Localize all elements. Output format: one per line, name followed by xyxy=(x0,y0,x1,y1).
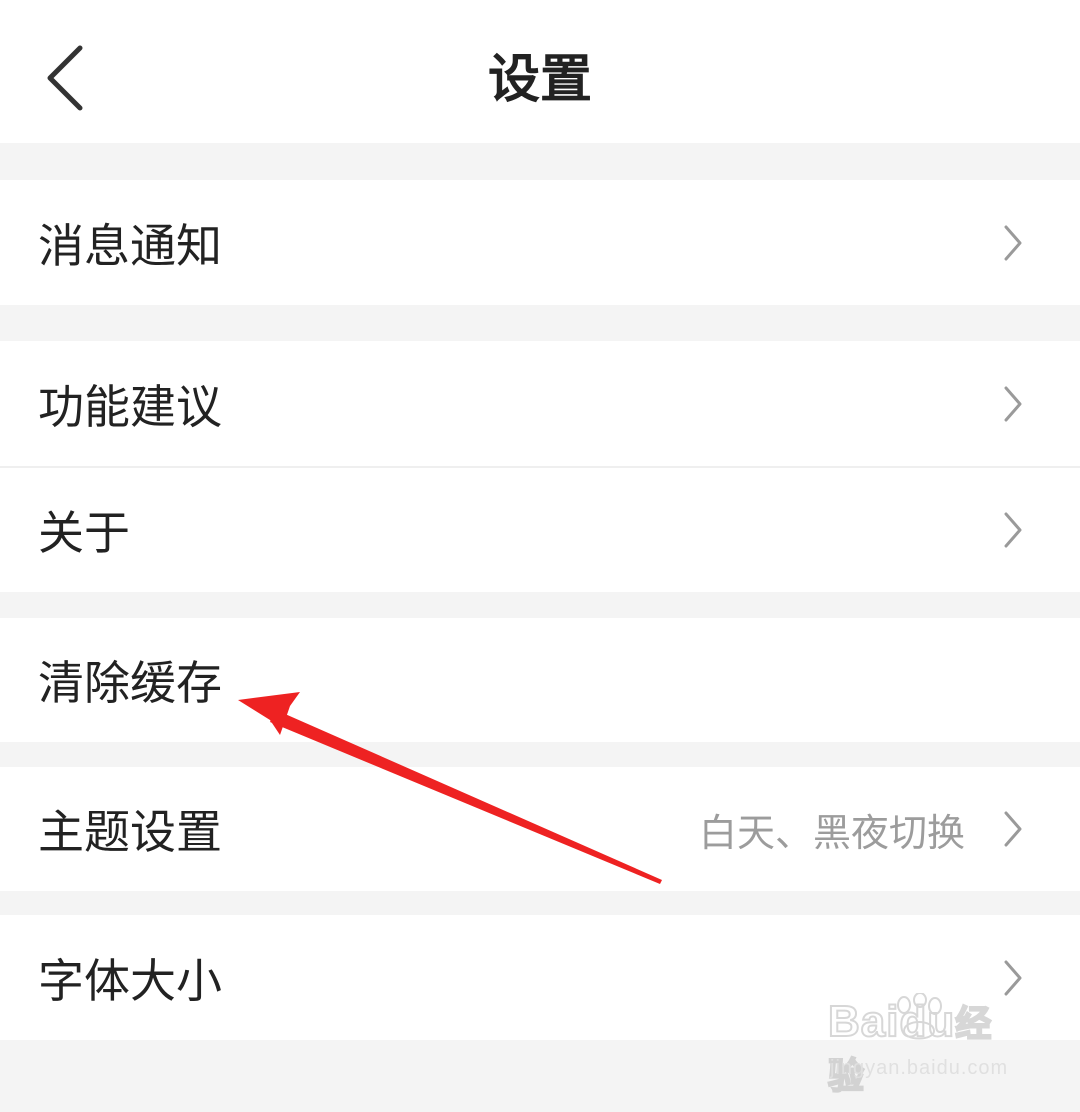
page-title: 设置 xyxy=(487,50,592,110)
top-bar: 设置 xyxy=(0,0,1080,143)
settings-item-theme[interactable]: 主题设置 白天、黑夜切换 xyxy=(0,767,1080,891)
settings-item-label: 字体大小 xyxy=(38,953,222,1008)
chevron-right-icon xyxy=(1004,811,1022,847)
chevron-right-icon xyxy=(1004,512,1022,548)
settings-item-notifications[interactable]: 消息通知 xyxy=(0,180,1080,305)
settings-item-clear-cache[interactable]: 清除缓存 xyxy=(0,618,1080,742)
settings-item-label: 关于 xyxy=(38,506,130,560)
chevron-right-icon xyxy=(1004,225,1022,260)
watermark-brand: Bai xyxy=(827,996,900,1047)
watermark-url: jingyan.baidu.com xyxy=(830,1057,1009,1079)
settings-item-label: 功能建议 xyxy=(38,379,222,434)
paw-icon xyxy=(897,993,942,1040)
chevron-right-icon xyxy=(1004,960,1022,995)
settings-item-about[interactable]: 关于 xyxy=(0,468,1080,592)
settings-item-label: 清除缓存 xyxy=(38,656,222,710)
baidu-watermark: Baidu经验 jingyan.baidu.com xyxy=(827,993,1028,1098)
settings-item-feedback[interactable]: 功能建议 xyxy=(0,341,1080,466)
settings-item-label: 主题设置 xyxy=(38,805,222,859)
settings-item-value: 白天、黑夜切换 xyxy=(698,810,965,855)
settings-item-label: 消息通知 xyxy=(38,218,222,273)
chevron-right-icon xyxy=(1004,386,1022,421)
